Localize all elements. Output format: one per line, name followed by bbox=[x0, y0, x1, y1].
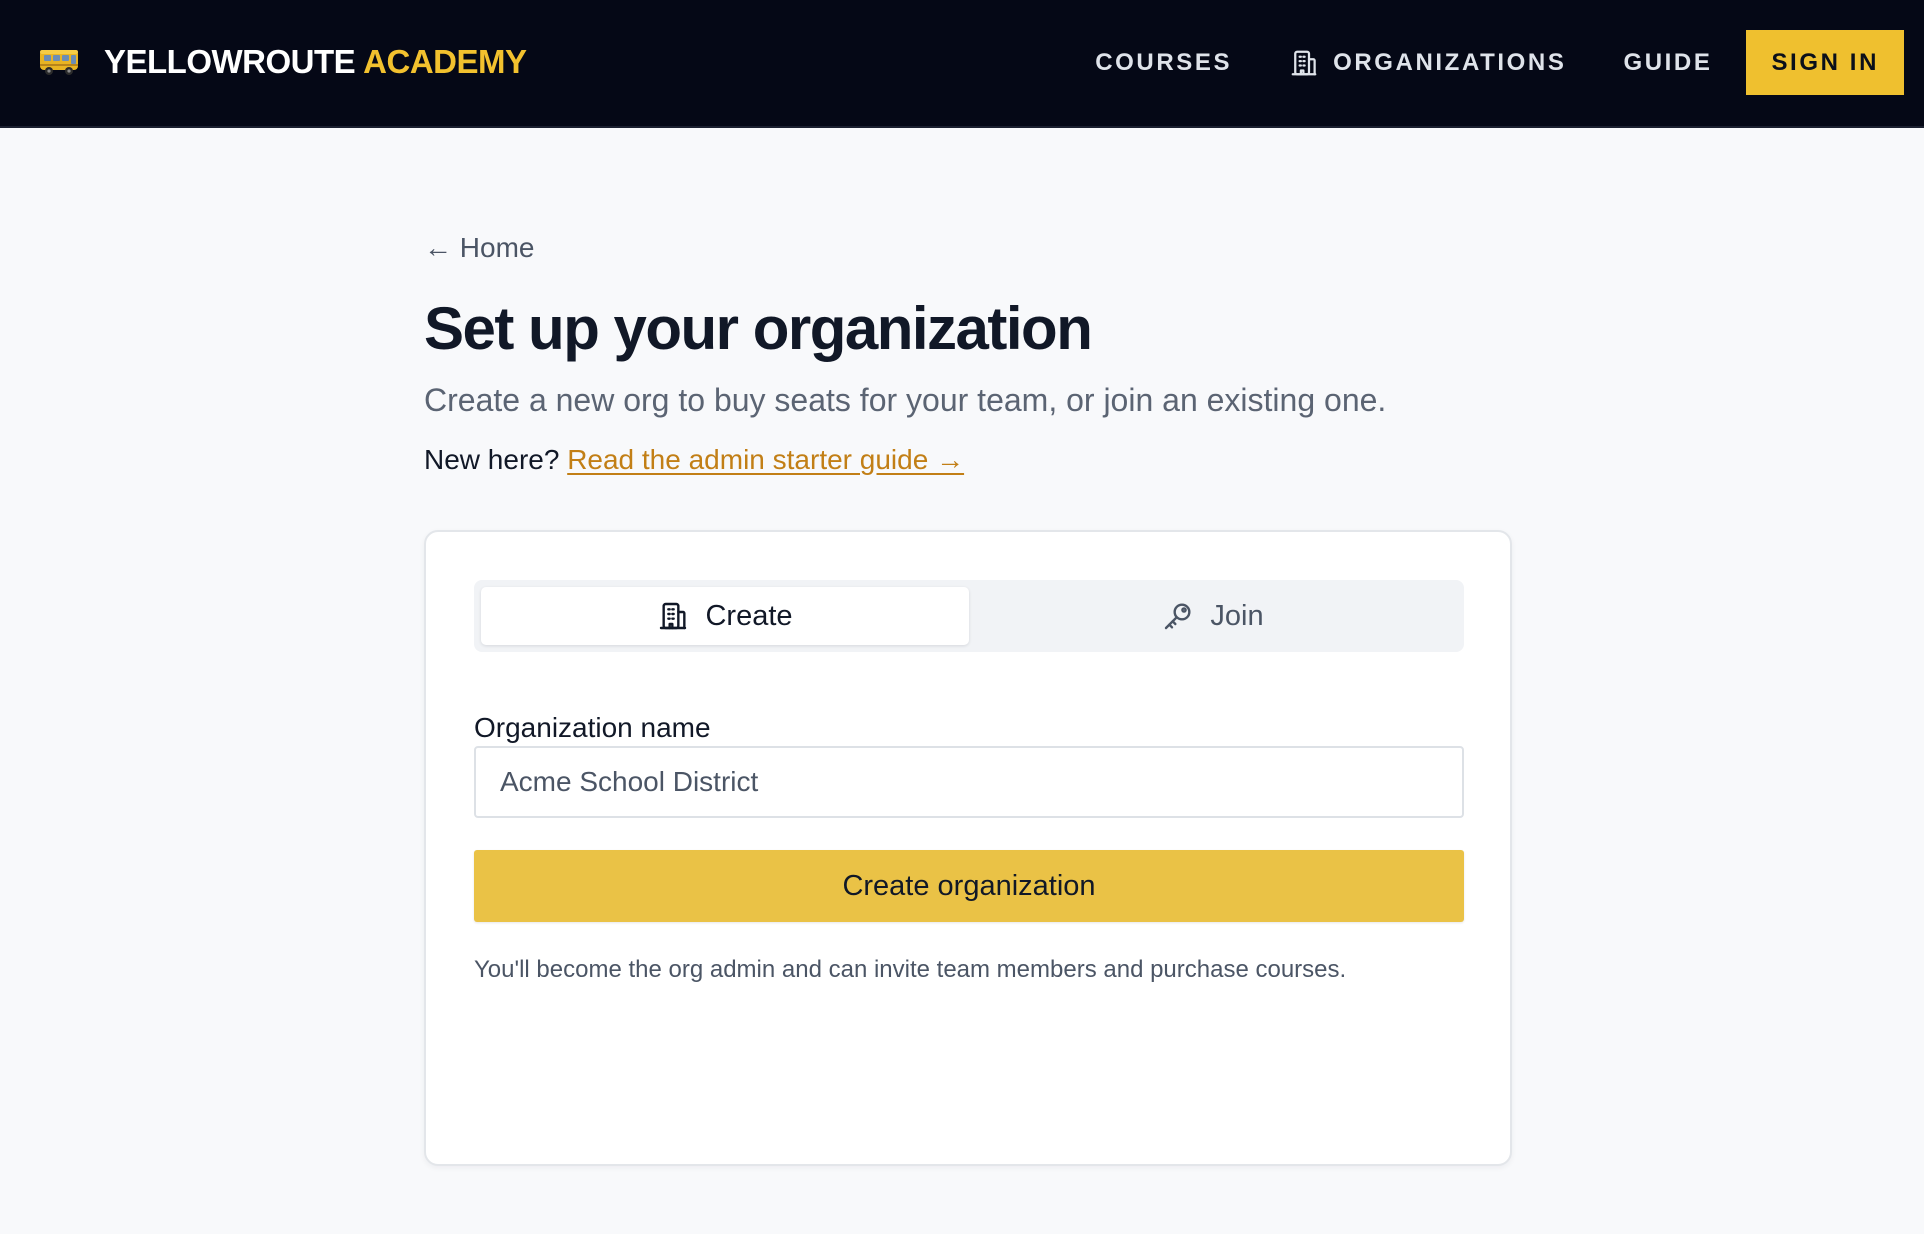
tab-join[interactable]: Join bbox=[969, 587, 1457, 645]
tab-create-label: Create bbox=[705, 599, 793, 632]
nav-guide[interactable]: GUIDE bbox=[1623, 49, 1712, 77]
page-subtitle: Create a new org to buy seats for your t… bbox=[424, 382, 1387, 418]
organization-name-label: Organization name bbox=[474, 712, 711, 743]
back-home-link[interactable]: ← Home bbox=[424, 232, 534, 264]
tab-create[interactable]: Create bbox=[481, 587, 969, 645]
nav-courses-label: COURSES bbox=[1095, 48, 1233, 76]
create-organization-button[interactable]: Create organization bbox=[474, 850, 1464, 922]
sign-in-button[interactable]: SIGN IN bbox=[1746, 30, 1904, 95]
school-bus-icon bbox=[40, 50, 78, 75]
building-icon bbox=[1291, 50, 1317, 75]
brand-name: YELLOWROUTE ACADEMY bbox=[104, 43, 527, 81]
brand-logo-link[interactable]: YELLOWROUTE ACADEMY bbox=[38, 38, 527, 86]
primary-nav: COURSES ORGANIZATIONS GUIDE SIGN IN bbox=[1095, 30, 1904, 95]
nav-organizations-label: ORGANIZATIONS bbox=[1333, 48, 1567, 76]
nav-courses[interactable]: COURSES bbox=[1095, 49, 1232, 77]
nav-guide-label: GUIDE bbox=[1623, 48, 1713, 76]
top-navigation-bar: YELLOWROUTE ACADEMY COURSES ORGANIZATIONS… bbox=[0, 0, 1924, 128]
building-icon bbox=[660, 602, 687, 630]
organization-name-input[interactable] bbox=[474, 746, 1464, 818]
admin-helper-text: You'll become the org admin and can invi… bbox=[474, 956, 1347, 983]
key-icon bbox=[1165, 603, 1191, 630]
create-join-tabs: Create Join bbox=[474, 580, 1464, 652]
page-title: Set up your organization bbox=[424, 295, 1093, 362]
guide-prompt-text: New here? bbox=[424, 444, 560, 475]
brand-name-accent: ACADEMY bbox=[363, 43, 527, 80]
nav-organizations[interactable]: ORGANIZATIONS bbox=[1289, 48, 1566, 78]
guide-prompt: New here? Read the admin starter guide → bbox=[424, 444, 964, 476]
brand-name-primary: YELLOWROUTE bbox=[104, 43, 356, 80]
admin-guide-link[interactable]: Read the admin starter guide → bbox=[567, 444, 964, 475]
tab-join-label: Join bbox=[1210, 599, 1264, 632]
organization-setup-card: Create Join Organization name Create org… bbox=[424, 530, 1512, 1166]
